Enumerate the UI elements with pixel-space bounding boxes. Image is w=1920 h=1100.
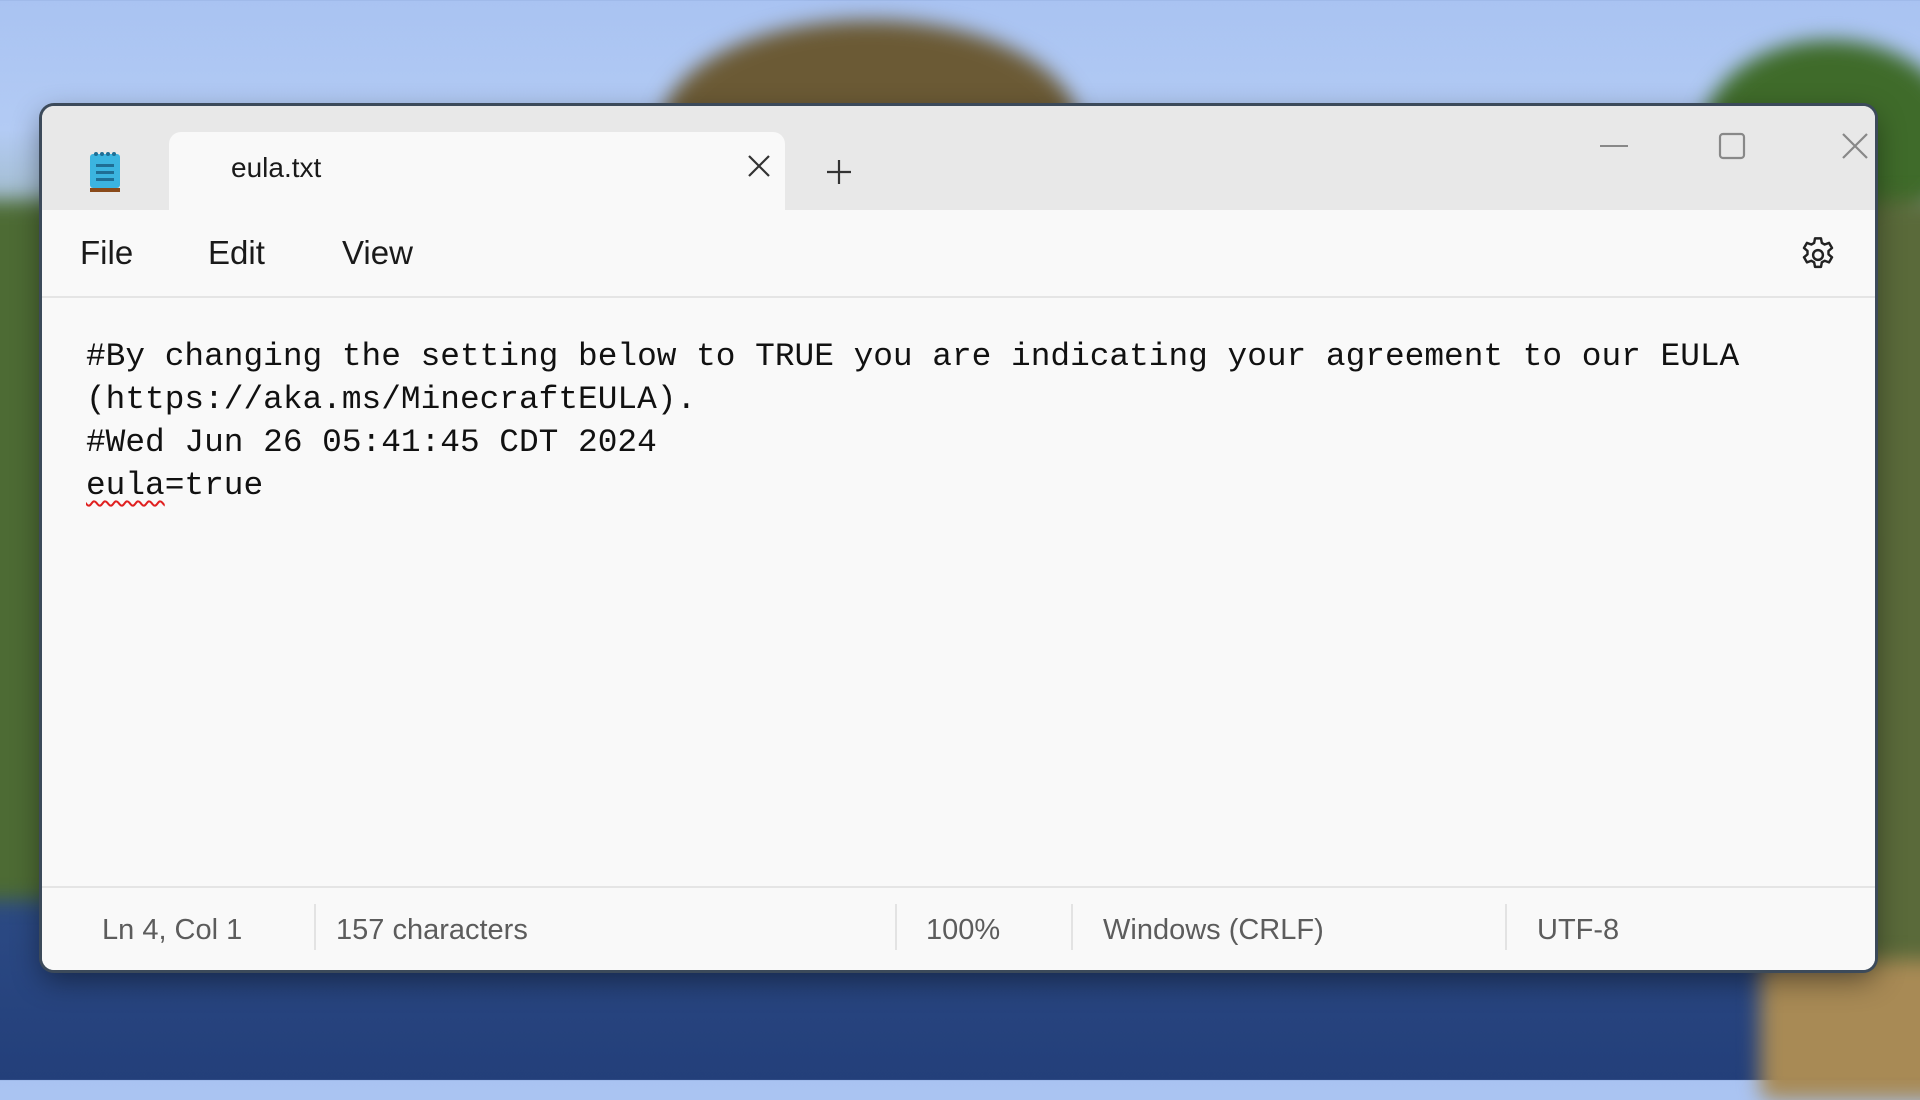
minimize-button[interactable] [1564, 116, 1664, 176]
status-bar: Ln 4, Col 1 157 characters 100% Windows … [42, 886, 1875, 970]
cursor-position: Ln 4, Col 1 [102, 914, 243, 946]
misspelled-word[interactable]: eula [86, 467, 165, 504]
notepad-icon [90, 152, 120, 192]
status-divider [1505, 904, 1507, 950]
title-bar: eula.txt [42, 106, 1875, 212]
minimize-icon [1600, 145, 1628, 147]
plus-icon [827, 160, 851, 184]
zoom-level[interactable]: 100% [926, 914, 1000, 947]
close-icon [1842, 133, 1868, 159]
menu-edit[interactable]: Edit [200, 230, 273, 276]
tab-eula-txt[interactable]: eula.txt [169, 132, 785, 212]
gear-icon[interactable] [1797, 234, 1839, 276]
text-editor[interactable]: #By changing the setting below to TRUE y… [42, 298, 1875, 886]
text-line-4: eula=true [86, 467, 263, 504]
menu-bar: File Edit View [42, 210, 1875, 298]
close-window-button[interactable] [1805, 116, 1875, 176]
maximize-icon [1718, 132, 1746, 160]
line-4-rest: =true [164, 467, 264, 504]
character-count: 157 characters [336, 914, 528, 946]
tab-title: eula.txt [231, 152, 322, 183]
menu-view[interactable]: View [334, 230, 421, 276]
menu-file[interactable]: File [72, 230, 141, 276]
status-divider [895, 904, 897, 950]
status-divider [1071, 904, 1073, 950]
background-sand [1760, 960, 1920, 1100]
line-ending[interactable]: Windows (CRLF) [1103, 914, 1324, 947]
text-line-3: #Wed Jun 26 05:41:45 CDT 2024 [86, 424, 657, 461]
close-icon [748, 155, 770, 177]
status-divider [314, 904, 316, 950]
text-line-1: #By changing the setting below to TRUE y… [86, 338, 1740, 375]
text-line-2: (https://aka.ms/MinecraftEULA). [86, 381, 697, 418]
tab-close-button[interactable] [741, 148, 777, 184]
encoding[interactable]: UTF-8 [1537, 914, 1619, 947]
maximize-button[interactable] [1682, 116, 1782, 176]
notepad-window: eula.txt File Edit View #By changing the… [42, 106, 1875, 970]
new-tab-button[interactable] [804, 138, 874, 206]
